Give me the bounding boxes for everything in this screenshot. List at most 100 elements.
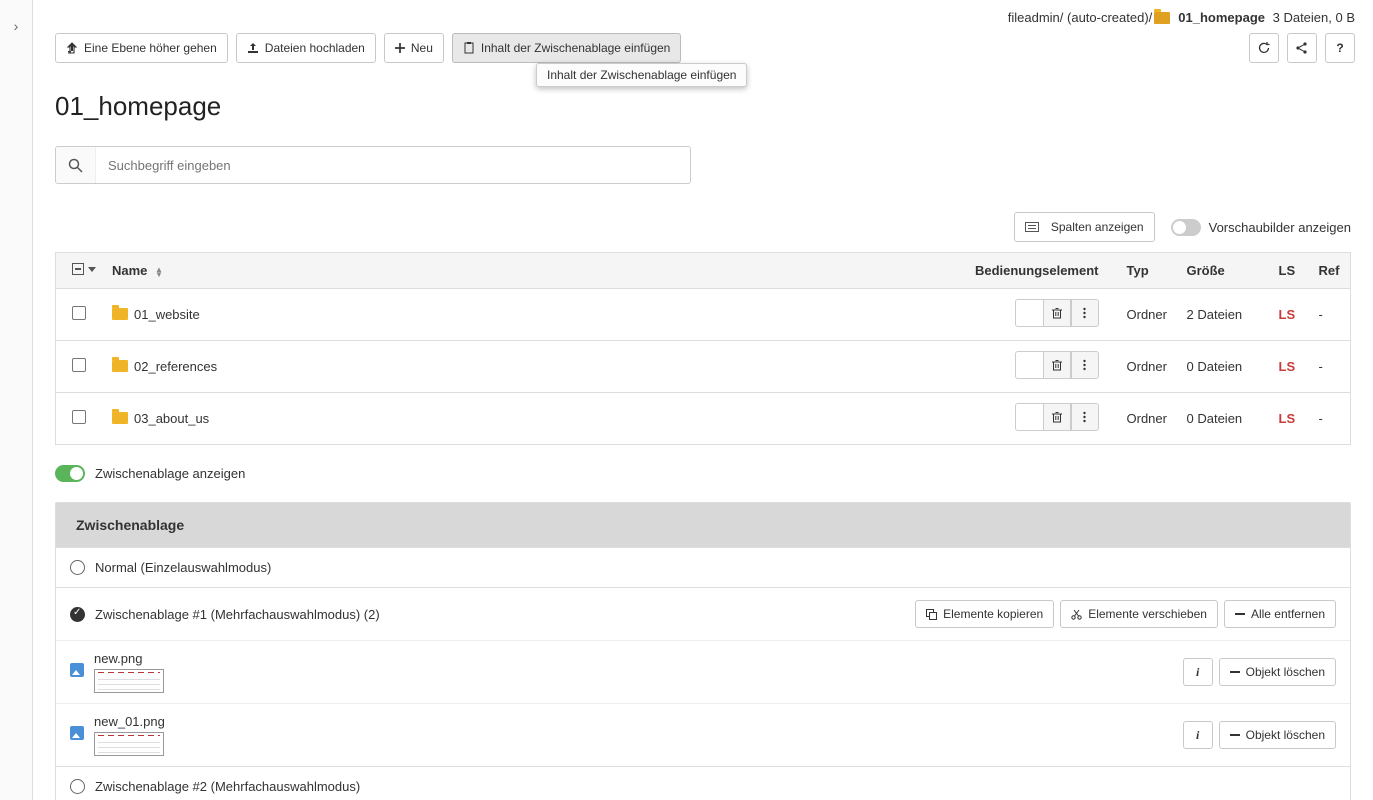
clipboard-visible-label: Zwischenablage anzeigen	[95, 466, 245, 481]
clipboard-slot-1[interactable]: Zwischenablage #1 (Mehrfachauswahlmodus)…	[56, 587, 1350, 640]
row-type: Ordner	[1119, 341, 1179, 393]
table-row: 02_references Ordner0 Dateien LS-	[56, 341, 1351, 393]
minus-icon	[1235, 609, 1245, 619]
row-ref: -	[1311, 393, 1351, 445]
new-button[interactable]: Neu	[384, 33, 444, 63]
trash-icon	[1051, 307, 1063, 319]
row-name[interactable]: 01_website	[134, 307, 200, 322]
clipboard-title: Zwischenablage	[56, 503, 1350, 547]
row-checkbox[interactable]	[72, 306, 86, 320]
help-button[interactable]: ?	[1325, 33, 1355, 63]
share-button[interactable]	[1287, 33, 1317, 63]
folder-icon	[112, 308, 128, 320]
expand-sidebar-icon[interactable]: ›	[14, 18, 19, 34]
row-name[interactable]: 02_references	[134, 359, 217, 374]
folder-icon	[112, 412, 128, 424]
select-all-toggle[interactable]	[72, 263, 96, 275]
delete-button[interactable]	[1043, 403, 1071, 431]
col-ctrl: Bedienungselement	[975, 263, 1099, 278]
delete-button[interactable]	[1043, 299, 1071, 327]
copy-icon	[926, 609, 937, 620]
level-up-icon	[66, 42, 78, 54]
col-ref: Ref	[1319, 263, 1340, 278]
row-type: Ordner	[1119, 289, 1179, 341]
row-actions	[1015, 299, 1099, 327]
help-icon: ?	[1336, 41, 1343, 55]
page-title: 01_homepage	[55, 91, 1351, 122]
plus-icon	[395, 43, 405, 53]
minus-icon	[1230, 730, 1240, 740]
col-ls: LS	[1279, 263, 1296, 278]
reload-button[interactable]	[1249, 33, 1279, 63]
clipboard-file: new.png iObjekt löschen	[56, 640, 1350, 703]
level-up-button[interactable]: Eine Ebene höher gehen	[55, 33, 228, 63]
move-elements-button[interactable]: Elemente verschieben	[1060, 600, 1218, 628]
row-actions	[1015, 351, 1099, 379]
cut-icon	[1071, 609, 1082, 620]
row-ls: LS	[1279, 359, 1296, 374]
search-input[interactable]	[96, 147, 690, 183]
clipboard-mode-normal[interactable]: Normal (Einzelauswahlmodus)	[56, 547, 1350, 587]
trash-icon	[1051, 359, 1063, 371]
kebab-icon	[1083, 359, 1086, 371]
minus-icon	[1230, 667, 1240, 677]
kebab-icon	[1083, 307, 1086, 319]
clipboard-panel: Zwischenablage Normal (Einzelauswahlmodu…	[55, 502, 1351, 800]
delete-button[interactable]	[1043, 351, 1071, 379]
row-size: 0 Dateien	[1179, 341, 1271, 393]
row-checkbox[interactable]	[72, 358, 86, 372]
share-icon	[1295, 41, 1309, 55]
thumbnails-label: Vorschaubilder anzeigen	[1209, 220, 1351, 235]
clipboard-slot-2[interactable]: Zwischenablage #2 (Mehrfachauswahlmodus)	[56, 766, 1350, 800]
row-blank	[1015, 351, 1043, 379]
copy-elements-button[interactable]: Elemente kopieren	[915, 600, 1054, 628]
more-button[interactable]	[1071, 299, 1099, 327]
file-name: new.png	[94, 651, 164, 666]
row-name[interactable]: 03_about_us	[134, 411, 209, 426]
radio-slot-1[interactable]	[70, 607, 85, 622]
upload-icon	[247, 42, 259, 54]
folder-icon	[1154, 12, 1170, 24]
more-button[interactable]	[1071, 403, 1099, 431]
search-icon	[56, 147, 96, 183]
sort-icon: ▲▼	[155, 267, 163, 277]
columns-toggle-button[interactable]: Spalten anzeigen	[1014, 212, 1155, 242]
breadcrumb-stats: 3 Dateien, 0 B	[1273, 10, 1355, 25]
file-remove-button[interactable]: Objekt löschen	[1219, 658, 1336, 686]
more-button[interactable]	[1071, 351, 1099, 379]
file-info-button[interactable]: i	[1183, 721, 1213, 749]
paste-clipboard-button[interactable]: Inhalt der Zwischenablage einfügen	[452, 33, 681, 63]
file-table: Name ▲▼ Bedienungselement Typ Größe LS R…	[55, 252, 1351, 445]
thumbnails-toggle[interactable]	[1171, 219, 1201, 236]
row-ref: -	[1311, 341, 1351, 393]
reload-icon	[1257, 41, 1271, 55]
row-checkbox[interactable]	[72, 410, 86, 424]
upload-button[interactable]: Dateien hochladen	[236, 33, 376, 63]
chevron-down-icon	[88, 267, 96, 272]
breadcrumb: fileadmin/ (auto-created)/ 01_homepage 3…	[1008, 10, 1355, 25]
remove-all-button[interactable]: Alle entfernen	[1224, 600, 1336, 628]
file-info-button[interactable]: i	[1183, 658, 1213, 686]
col-size: Größe	[1187, 263, 1225, 278]
row-blank	[1015, 299, 1043, 327]
kebab-icon	[1083, 411, 1086, 423]
radio-slot-2[interactable]	[70, 779, 85, 794]
col-type: Typ	[1127, 263, 1149, 278]
row-size: 2 Dateien	[1179, 289, 1271, 341]
row-type: Ordner	[1119, 393, 1179, 445]
search-box	[55, 146, 691, 184]
col-name[interactable]: Name	[112, 263, 147, 278]
image-icon	[70, 663, 84, 677]
clipboard-visible-toggle[interactable]	[55, 465, 85, 482]
row-ls: LS	[1279, 411, 1296, 426]
file-thumbnail	[94, 669, 164, 693]
image-icon	[70, 726, 84, 740]
sidebar-collapsed: ›	[0, 0, 33, 800]
file-remove-button[interactable]: Objekt löschen	[1219, 721, 1336, 749]
file-name: new_01.png	[94, 714, 165, 729]
table-row: 03_about_usOrdner0 DateienLS-	[56, 393, 1351, 445]
radio-normal[interactable]	[70, 560, 85, 575]
row-blank	[1015, 403, 1043, 431]
breadcrumb-root[interactable]: fileadmin/ (auto-created)/	[1008, 10, 1153, 25]
file-thumbnail	[94, 732, 164, 756]
